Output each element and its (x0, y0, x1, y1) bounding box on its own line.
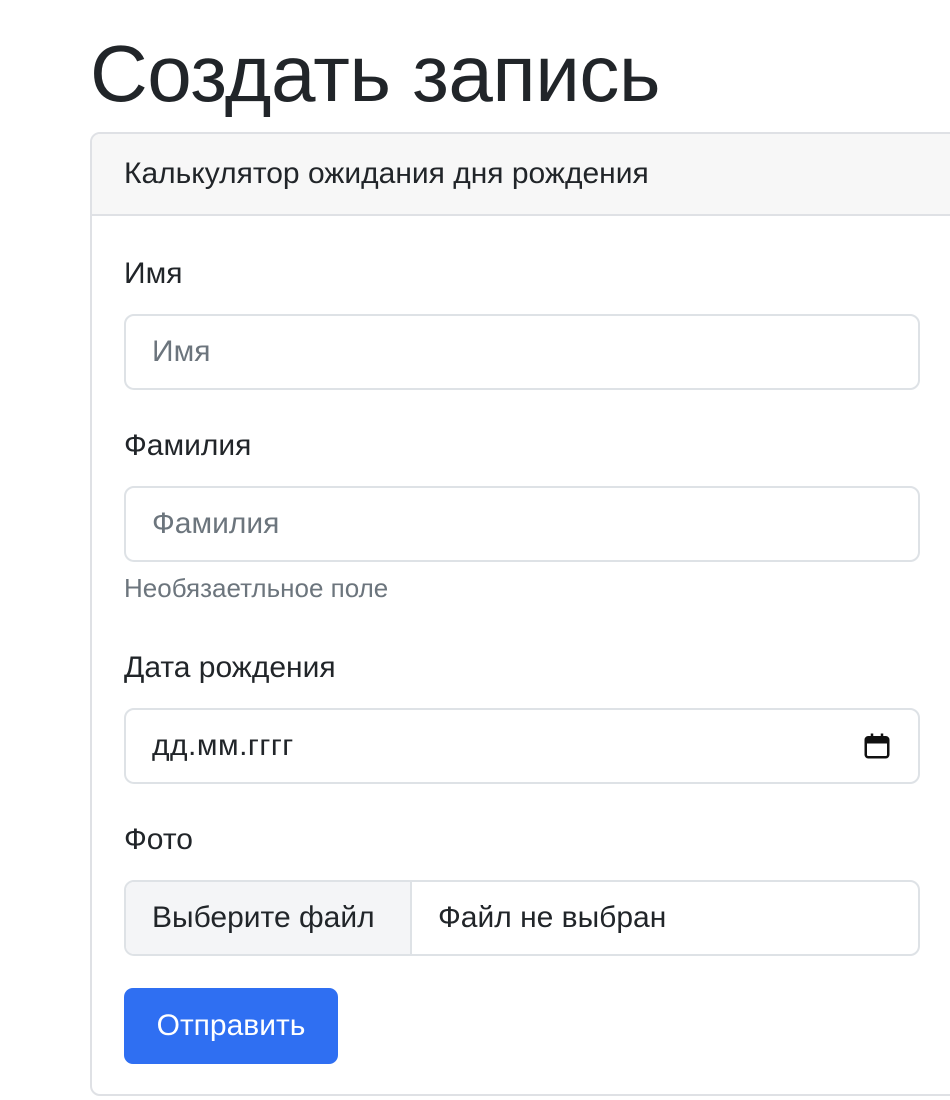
page-title: Создать запись (90, 29, 661, 118)
birth-date-label: Дата рождения (124, 651, 336, 684)
card-header: Калькулятор ожидания дня рождения (92, 134, 950, 216)
last-name-label: Фамилия (124, 429, 252, 462)
birth-date-input[interactable]: дд.мм.гггг (124, 708, 920, 784)
choose-file-button[interactable]: Выберите файл (126, 882, 412, 954)
photo-label: Фото (124, 823, 193, 856)
last-name-help-text: Необязаетльное поле (124, 573, 389, 603)
first-name-label: Имя (124, 257, 183, 290)
last-name-input[interactable] (124, 486, 920, 562)
first-name-input[interactable] (124, 314, 920, 390)
photo-file-input[interactable]: Выберите файл Файл не выбран (124, 880, 920, 956)
form-card: Калькулятор ожидания дня рождения Имя Фа… (90, 132, 950, 1096)
birth-date-placeholder: дд.мм.гггг (152, 729, 294, 762)
calendar-icon[interactable] (862, 731, 892, 761)
file-status-text: Файл не выбран (438, 901, 667, 934)
submit-button[interactable]: Отправить (124, 988, 338, 1064)
